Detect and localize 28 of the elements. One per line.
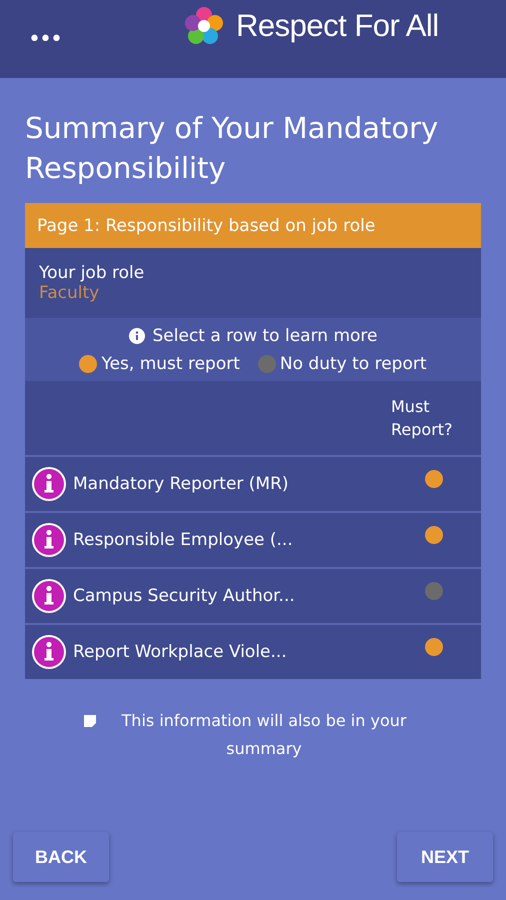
hint-text: Select a row to learn more: [152, 326, 378, 346]
legend-label: No duty to report: [280, 354, 427, 374]
info-icon: [128, 328, 145, 344]
responsibility-row[interactable]: Responsible Employee (...: [25, 511, 481, 567]
page-title: Summary of Your Mandatory Responsibility: [25, 110, 440, 187]
job-role-label: Your job role: [39, 263, 146, 283]
responsibility-row[interactable]: Campus Security Author...: [25, 567, 481, 623]
row-label: Responsible Employee (...: [73, 530, 294, 550]
flower-logo-icon: [184, 6, 224, 46]
responsibility-row[interactable]: Mandatory Reporter (MR): [25, 455, 481, 511]
info-icon: [31, 634, 67, 670]
app-title: Respect For All: [236, 8, 439, 44]
job-role-value: Faculty: [39, 283, 100, 303]
note-icon: [83, 714, 97, 728]
legend-label: Yes, must report: [101, 354, 240, 374]
row-label: Mandatory Reporter (MR): [73, 474, 290, 494]
column-header: Must Report?: [391, 396, 454, 441]
info-icon: [31, 522, 67, 558]
info-icon: [31, 578, 67, 614]
info-icon: [31, 466, 67, 502]
note-text: This information will also be in your summary: [120, 710, 408, 760]
row-label: Campus Security Author...: [73, 586, 296, 606]
page-heading: Page 1: Responsibility based on job role: [25, 203, 481, 248]
next-button[interactable]: NEXT: [397, 832, 493, 882]
menu-button[interactable]: •••: [0, 26, 61, 56]
responsibility-row[interactable]: Report Workplace Viole...: [25, 623, 481, 679]
back-button[interactable]: BACK: [13, 832, 109, 882]
row-label: Report Workplace Viole...: [73, 642, 288, 662]
